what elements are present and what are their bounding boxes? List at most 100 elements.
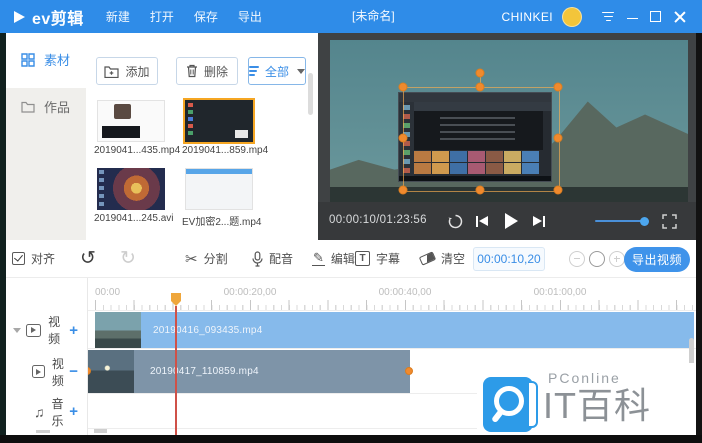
rotation-handle[interactable] xyxy=(475,68,485,78)
minimize-icon[interactable] xyxy=(627,17,638,20)
trim-handle-right[interactable] xyxy=(405,367,413,375)
delete-media-button[interactable]: 删除 xyxy=(176,57,238,85)
menu-open[interactable]: 打开 xyxy=(150,8,174,25)
watermark: PConline IT百科 xyxy=(477,363,696,435)
add-folder-icon xyxy=(104,65,120,78)
volume-knob[interactable] xyxy=(640,216,649,226)
close-icon[interactable] xyxy=(674,11,686,23)
resize-handle-ne[interactable] xyxy=(553,82,563,92)
clip-filename: 20190417_110859.mp4 xyxy=(150,366,259,377)
menu-lines-icon[interactable] xyxy=(602,11,614,22)
track-header-music[interactable]: ♫ 音乐 + xyxy=(6,395,87,428)
timeline-hscrollbar[interactable] xyxy=(94,429,107,433)
username[interactable]: CHINKEI xyxy=(502,10,553,24)
resize-handle-s[interactable] xyxy=(475,185,485,195)
align-toggle[interactable]: 对齐 xyxy=(12,240,55,277)
library-scrollbar[interactable] xyxy=(308,73,313,115)
window-frame-right xyxy=(696,33,702,443)
dub-button[interactable]: 配音 xyxy=(252,240,293,277)
filter-label: 全部 xyxy=(265,64,290,79)
fullscreen-icon[interactable] xyxy=(662,202,677,240)
dub-label: 配音 xyxy=(269,252,294,266)
subtitle-label: 字幕 xyxy=(376,252,401,266)
add-track-button[interactable]: + xyxy=(69,323,78,338)
media-thumbnail[interactable] xyxy=(97,100,165,142)
ruler-label: 00:00:40,00 xyxy=(378,287,432,298)
undo-button[interactable]: ↺ xyxy=(80,240,96,277)
remove-track-button[interactable]: − xyxy=(69,364,78,379)
timeline-clip-video2-selected[interactable]: 20190417_110859.mp4 xyxy=(88,350,410,393)
media-item[interactable]: 2019041...435.mp4 xyxy=(94,100,181,156)
add-media-button[interactable]: 添加 xyxy=(96,57,158,85)
media-item[interactable]: EV加密2...题.mp4 xyxy=(182,168,261,228)
filter-dropdown[interactable]: 全部 xyxy=(248,57,306,85)
eraser-icon xyxy=(418,251,437,266)
video-track-icon xyxy=(26,323,42,337)
redo-icon: ↻ xyxy=(120,247,136,269)
loop-button[interactable] xyxy=(447,202,464,240)
ruler-ticks[interactable] xyxy=(95,300,694,310)
media-filename: 2019041...859.mp4 xyxy=(182,145,269,156)
zoom-out-icon[interactable] xyxy=(569,251,585,267)
folder-icon xyxy=(21,101,35,113)
undo-icon: ↺ xyxy=(80,247,96,269)
align-label: 对齐 xyxy=(31,252,56,266)
scissors-icon: ✂ xyxy=(185,250,198,268)
zoom-reset-icon[interactable] xyxy=(589,251,605,267)
pencil-icon: ✎ xyxy=(312,250,325,266)
export-video-button[interactable]: 导出视频 xyxy=(624,247,690,272)
collapse-caret-icon[interactable] xyxy=(13,327,21,333)
split-button[interactable]: ✂ 分割 xyxy=(185,240,228,277)
track-header-video1[interactable]: 视频 + xyxy=(6,312,87,348)
grid-icon xyxy=(21,52,35,67)
sidebar-item-material[interactable]: 素材 xyxy=(21,50,70,69)
media-thumbnail[interactable] xyxy=(97,168,165,210)
titlebar-right: CHINKEI xyxy=(502,0,686,33)
resize-handle-nw[interactable] xyxy=(398,82,408,92)
sidebar-item-works[interactable]: 作品 xyxy=(21,97,70,116)
timecode-field[interactable]: 00:00:10,20 xyxy=(473,247,545,271)
split-label: 分割 xyxy=(203,252,228,266)
checkbox-checked-icon[interactable] xyxy=(12,252,25,265)
microphone-icon xyxy=(252,250,263,267)
resize-handle-n[interactable] xyxy=(475,82,485,92)
selection-box[interactable] xyxy=(403,87,560,192)
clear-label: 清空 xyxy=(441,252,466,266)
maximize-icon[interactable] xyxy=(650,11,661,22)
edit-toolbar: 对齐 ↺ ↻ ✂ 分割 配音 ✎ 编辑 T 字幕 清空 00:00:10,20 … xyxy=(6,240,696,278)
menu-new[interactable]: 新建 xyxy=(106,8,130,25)
media-filename: 2019041...435.mp4 xyxy=(94,145,181,156)
media-item[interactable]: 2019041...245.avi xyxy=(94,168,174,224)
timeline-clip-video1[interactable]: 20190416_093435.mp4 xyxy=(95,312,694,348)
zoom-in-icon[interactable] xyxy=(609,251,625,267)
menu-export[interactable]: 导出 xyxy=(238,8,262,25)
ruler-label: 00:01:00,00 xyxy=(533,287,587,298)
clip-filename: 20190416_093435.mp4 xyxy=(153,324,263,336)
prev-frame-button[interactable] xyxy=(476,202,488,240)
subtitle-button[interactable]: T 字幕 xyxy=(355,240,400,277)
clear-button[interactable]: 清空 xyxy=(418,240,466,277)
resize-handle-w[interactable] xyxy=(398,133,408,143)
track-header-column: 视频 + 视频 − ♫ 音乐 + xyxy=(6,278,88,435)
resize-handle-e[interactable] xyxy=(553,133,563,143)
media-item-selected[interactable]: 2019041...859.mp4 xyxy=(182,98,269,156)
next-frame-button[interactable] xyxy=(533,202,545,240)
media-thumbnail[interactable] xyxy=(183,98,255,144)
app-title: ev剪辑 xyxy=(32,10,84,28)
resize-handle-se[interactable] xyxy=(553,185,563,195)
media-thumbnail[interactable] xyxy=(185,168,253,210)
track-header-video2[interactable]: 视频 − xyxy=(6,350,87,393)
preview-video[interactable] xyxy=(330,40,688,202)
menu-save[interactable]: 保存 xyxy=(194,8,218,25)
project-title: [未命名] xyxy=(352,9,395,23)
add-track-button[interactable]: + xyxy=(69,404,78,419)
resize-handle-sw[interactable] xyxy=(398,185,408,195)
edit-button[interactable]: ✎ 编辑 xyxy=(312,240,355,277)
trash-icon xyxy=(186,64,197,78)
play-button[interactable] xyxy=(505,202,518,240)
avatar[interactable] xyxy=(562,6,582,27)
media-library: 添加 删除 全部 2019041...435.mp4 2019041...859… xyxy=(86,33,318,240)
redo-button[interactable]: ↻ xyxy=(120,240,136,277)
ev-editor-window: ev剪辑 新建 打开 保存 导出 [未命名] CHINKEI 素材 作品 添加 … xyxy=(0,0,702,443)
partial-track-row xyxy=(36,430,50,433)
